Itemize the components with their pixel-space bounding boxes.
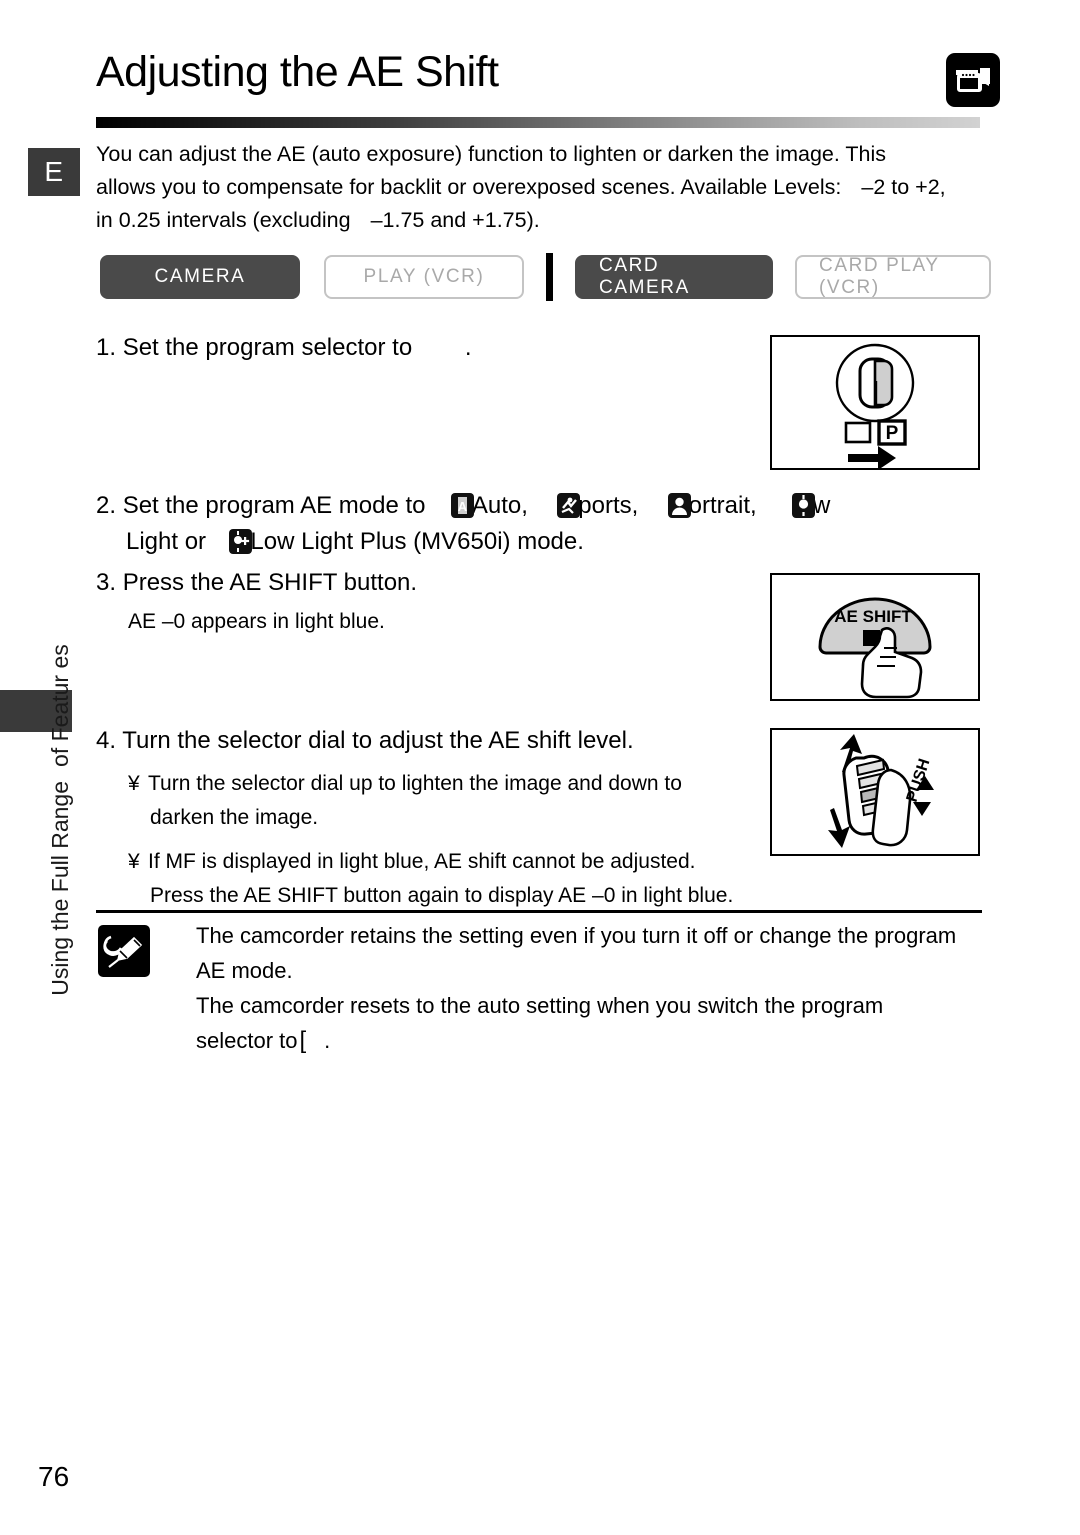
step-4-line: 4. Turn the selector dial to adjust the … bbox=[96, 723, 796, 759]
intro-line-2b: –2 to +2, bbox=[861, 175, 946, 199]
svg-text:P: P bbox=[886, 423, 899, 444]
mode-divider bbox=[546, 253, 553, 301]
step-4-bullet-2-text: If MF is displayed in light blue, AE shi… bbox=[148, 850, 696, 873]
program-ae-low-light-icon bbox=[792, 493, 815, 518]
step-2-low-label: w bbox=[813, 492, 831, 519]
step-1-period: . bbox=[464, 334, 472, 361]
mode-chip-play-vcr[interactable]: PLAY (VCR) bbox=[324, 255, 524, 299]
program-ae-portrait-icon bbox=[667, 493, 691, 518]
note-line-1: The camcorder retains the setting even i… bbox=[196, 923, 957, 948]
step-2: 2. Set the program AE mode to A Auto, po… bbox=[96, 488, 996, 560]
note-line-4b: . bbox=[324, 1028, 331, 1053]
svg-text:AE SHIFT: AE SHIFT bbox=[834, 607, 912, 626]
note-line-3: The camcorder resets to the auto setting… bbox=[196, 993, 884, 1018]
step-3-number: 3. bbox=[96, 569, 117, 596]
step-2-number: 2. bbox=[96, 492, 117, 519]
step-4-bullet-1-line-1: ¥ Turn the selector dial up to lighten th… bbox=[128, 767, 796, 801]
bullet-glyph: ¥ bbox=[128, 850, 140, 873]
program-ae-low-light-plus-icon bbox=[229, 529, 253, 554]
step-2-low-light-plus-label: Low Light Plus (MV650i) mode. bbox=[250, 528, 584, 555]
step-4-bullet-2: ¥ If MF is displayed in light blue, AE sh… bbox=[96, 835, 796, 913]
step-4-bullet-1: ¥ Turn the selector dial up to lighten th… bbox=[96, 759, 796, 835]
intro-line-2: allows you to compensate for backlit or … bbox=[96, 171, 986, 204]
intro-line-1: You can adjust the AE (auto exposure) fu… bbox=[96, 142, 887, 166]
page-title: Adjusting the AE Shift bbox=[96, 48, 499, 96]
pencil-note-icon-glyph bbox=[103, 935, 143, 968]
intro-line-3a: in 0.25 intervals (excluding bbox=[96, 208, 351, 232]
step-1: 1. Set the program selector to . bbox=[96, 330, 746, 366]
step-2-sports-label: ports, bbox=[578, 492, 639, 519]
program-selector-illustration: P bbox=[835, 343, 915, 470]
step-2-text: Set the program AE mode to bbox=[122, 492, 426, 519]
intro-line-3: in 0.25 intervals (excluding –1.75 and +1… bbox=[96, 204, 986, 237]
title-gradient-rule bbox=[96, 117, 980, 128]
mode-chip-card-play-vcr[interactable]: CARD PLAY (VCR) bbox=[795, 255, 991, 299]
svg-text:A: A bbox=[458, 499, 468, 514]
intro-line-3b: –1.75 and +1.75). bbox=[370, 208, 540, 232]
program-ae-auto-icon: A bbox=[450, 493, 474, 518]
side-chapter-label-line1: Using the Full Range bbox=[47, 780, 73, 996]
step-3: 3. Press the AE SHIFT button. AE –0 appe… bbox=[96, 565, 746, 639]
bullet-glyph: ¥ bbox=[128, 772, 140, 795]
step-2-auto-label: Auto, bbox=[471, 492, 528, 519]
intro-line-2a: allows you to compensate for backlit or … bbox=[96, 175, 842, 199]
step-4-bullet-1-line-2: darken the image. bbox=[150, 806, 319, 829]
figure-ae-shift-button: AE SHIFT bbox=[770, 573, 980, 701]
step-4-number: 4. bbox=[96, 727, 117, 754]
step-3-note: AE –0 appears in light blue. bbox=[128, 610, 385, 633]
pencil-note-icon bbox=[98, 925, 150, 977]
step-4-bullet-1-text: Turn the selector dial up to lighten the… bbox=[148, 772, 682, 795]
step-4-bullet-2-line-2: Press the AE SHIFT button again to displ… bbox=[150, 884, 734, 907]
mode-chip-camera[interactable]: CAMERA bbox=[100, 255, 300, 299]
side-chapter-label-line2: of Featur es bbox=[47, 644, 73, 767]
program-ae-sports-icon bbox=[557, 493, 581, 518]
step-1-number: 1. bbox=[96, 334, 117, 361]
step-4-text: Turn the selector dial to adjust the AE … bbox=[122, 727, 634, 754]
figure-selector-dial: PUSH bbox=[770, 728, 980, 856]
step-1-text: Set the program selector to bbox=[122, 334, 413, 361]
camcorder-icon-glyph bbox=[956, 68, 990, 92]
note-line-2: AE mode. bbox=[196, 958, 293, 983]
step-3-text: Press the AE SHIFT button. bbox=[122, 569, 418, 596]
step-2-line-2: Light or Low Light Plus (MV650i) mode. bbox=[96, 524, 996, 560]
intro-paragraph: You can adjust the AE (auto exposure) fu… bbox=[96, 138, 986, 237]
mode-chip-card-camera[interactable]: CARD CAMERA bbox=[575, 255, 773, 299]
page-number: 76 bbox=[38, 1461, 70, 1492]
step-2-line-1: 2. Set the program AE mode to A Auto, po… bbox=[96, 488, 996, 524]
auto-mode-glyph: [ bbox=[299, 1027, 307, 1054]
step-3-line: 3. Press the AE SHIFT button. bbox=[96, 565, 746, 601]
step-4: 4. Turn the selector dial to adjust the … bbox=[96, 723, 796, 913]
svg-text:PUSH: PUSH bbox=[904, 757, 934, 805]
step-2-light-or-text: Light or bbox=[126, 528, 207, 555]
step-2-portrait-label: ortrait, bbox=[688, 492, 757, 519]
step-4-bullet-2-line-1: ¥ If MF is displayed in light blue, AE sh… bbox=[128, 845, 796, 879]
language-tab: E bbox=[28, 148, 80, 196]
mode-availability-row: CAMERA PLAY (VCR) CARD CAMERA CARD PLAY … bbox=[100, 253, 991, 301]
figure-program-selector: P bbox=[770, 335, 980, 470]
selector-dial-illustration: PUSH bbox=[828, 734, 934, 848]
camcorder-icon bbox=[946, 53, 1000, 107]
note-line-4a: selector to bbox=[196, 1028, 298, 1053]
note-text: The camcorder retains the setting even i… bbox=[196, 918, 996, 1058]
note-divider bbox=[96, 910, 982, 913]
note-line-4: selector to[. bbox=[196, 1023, 996, 1058]
ae-shift-button-illustration: AE SHIFT bbox=[818, 597, 932, 699]
side-chapter-label: Using the Full Range of Featur es bbox=[47, 644, 87, 996]
